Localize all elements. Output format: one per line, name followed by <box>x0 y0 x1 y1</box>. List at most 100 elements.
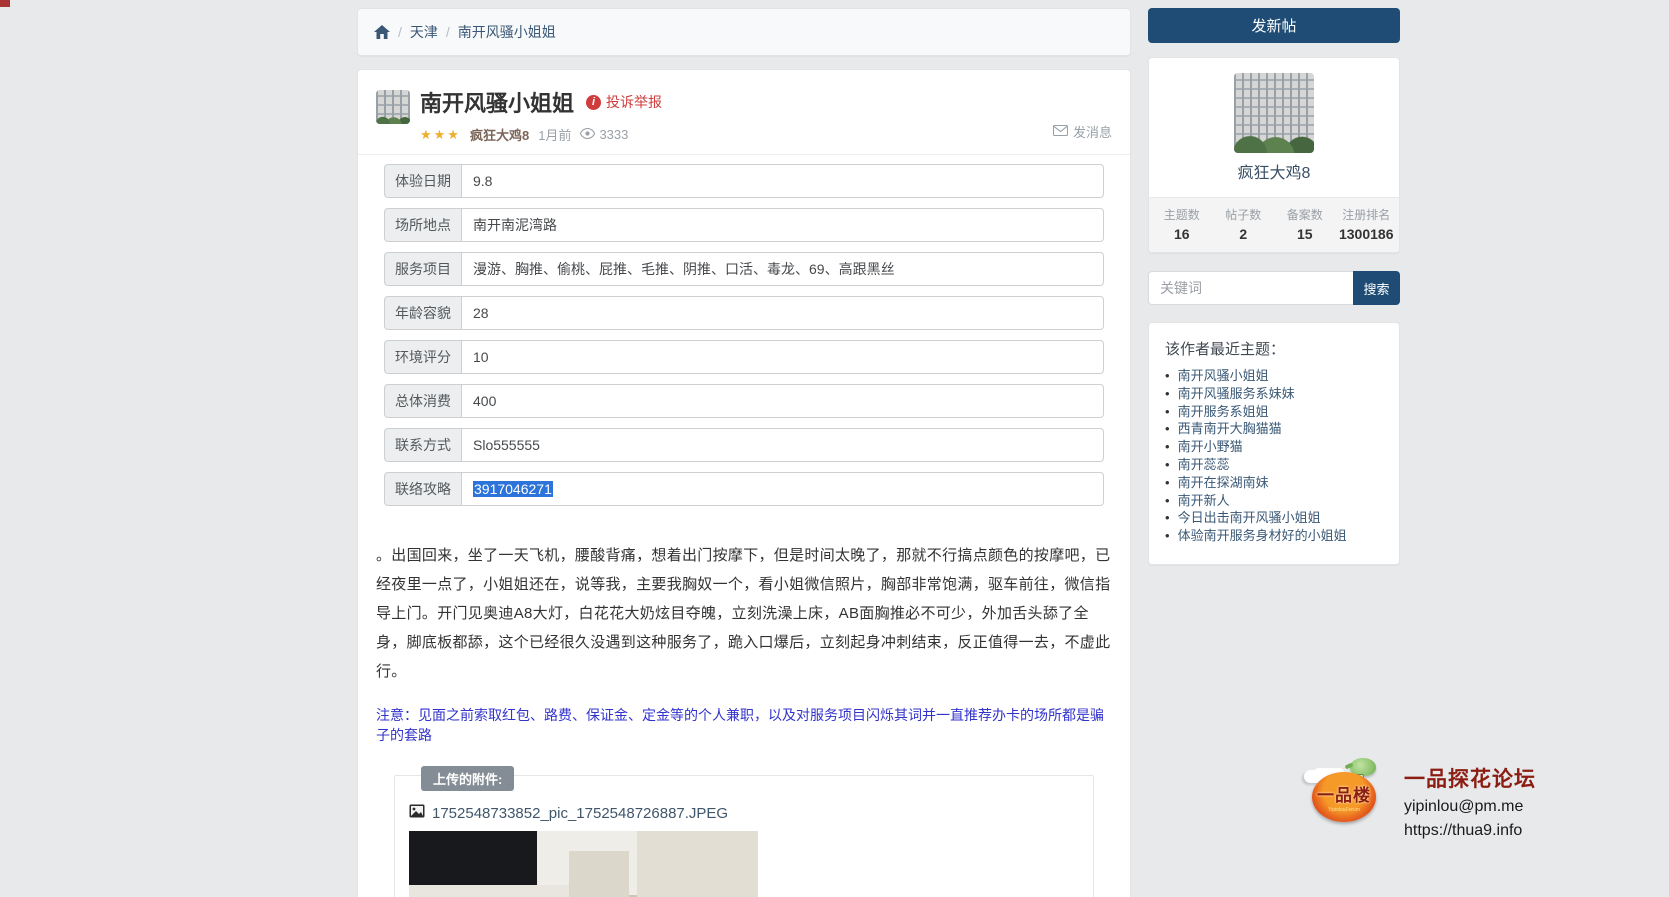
bullet-icon: • <box>1165 477 1170 490</box>
field-row: 联系方式 Slo555555 <box>384 428 1104 462</box>
recent-topic-item: • 南开新人 <box>1165 495 1383 508</box>
field-row: 体验日期 9.8 <box>384 164 1104 198</box>
sidebar: 发新帖 疯狂大鸡8 主题数 16 帖子数 2 备案数 15 <box>1148 0 1400 565</box>
post-card: 南开风骚小姐姐 i 投诉举报 ★★★ 疯狂大鸡8 1月前 3333 <box>357 69 1131 897</box>
field-label: 服务项目 <box>384 252 461 286</box>
recent-topics-list: • 南开风骚小姐姐 • 南开风骚服务系妹妹 • 南开服务系姐姐 • 西青南开大胸… <box>1165 370 1383 543</box>
post-avatar[interactable] <box>376 90 410 124</box>
breadcrumb-item-city[interactable]: 天津 <box>410 22 438 42</box>
author-avatar[interactable] <box>1234 73 1314 153</box>
field-row: 联络攻略 3917046271 <box>384 472 1104 506</box>
site-name: 一品探花论坛 <box>1404 763 1536 793</box>
attachment-photo[interactable] <box>409 831 758 897</box>
site-brand: 一品楼 YipinlouForum 一品探花论坛 yipinlou@pm.me … <box>1310 760 1536 840</box>
search-button[interactable]: 搜索 <box>1353 271 1400 305</box>
field-label: 总体消费 <box>384 384 461 418</box>
field-value[interactable]: Slo555555 <box>461 428 1104 462</box>
stat-label: 帖子数 <box>1213 206 1275 223</box>
post-notice-text: 注意：见面之前索取红包、路费、保证金、定金等的个人兼职，以及对服务项目闪烁其词并… <box>358 686 1130 745</box>
send-message-button[interactable]: 发消息 <box>1053 122 1112 141</box>
field-value[interactable]: 28 <box>461 296 1104 330</box>
logo-subtext: YipinlouForum <box>1328 807 1360 813</box>
bullet-icon: • <box>1165 441 1170 454</box>
recent-topic-item: • 南开服务系姐姐 <box>1165 406 1383 419</box>
post-header: 南开风骚小姐姐 i 投诉举报 ★★★ 疯狂大鸡8 1月前 3333 <box>358 70 1130 155</box>
field-list: 体验日期 9.8 场所地点 南开南泥湾路 服务项目 漫游、胸推、偷桃、屁推、毛推… <box>358 155 1130 506</box>
post-body-text: 。出国回来，坐了一天飞机，腰酸背痛，想着出门按摩下，但是时间太晚了，那就不行搞点… <box>358 516 1130 686</box>
recent-topic-link[interactable]: 今日出击南开风骚小姐姐 <box>1178 512 1321 525</box>
recent-topic-link[interactable]: 南开服务系姐姐 <box>1178 406 1269 419</box>
recent-topic-link[interactable]: 体验南开服务身材好的小姐姐 <box>1178 530 1347 543</box>
logo-text: 一品楼 <box>1317 781 1371 806</box>
field-label: 联络攻略 <box>384 472 461 506</box>
recent-topic-item: • 南开小野猫 <box>1165 441 1383 454</box>
search-input[interactable] <box>1148 271 1353 305</box>
bullet-icon: • <box>1165 388 1170 401</box>
author-username[interactable]: 疯狂大鸡8 <box>1149 159 1399 197</box>
recent-topics-title: 该作者最近主题： <box>1165 338 1383 359</box>
bullet-icon: • <box>1165 495 1170 508</box>
bullet-icon: • <box>1165 423 1170 436</box>
breadcrumb-item-current[interactable]: 南开风骚小姐姐 <box>458 22 556 42</box>
breadcrumb-separator: / <box>446 24 450 40</box>
bullet-icon: • <box>1165 406 1170 419</box>
field-value[interactable]: 漫游、胸推、偷桃、屁推、毛推、阴推、口活、毒龙、69、高跟黑丝 <box>461 252 1104 286</box>
site-url: https://thua9.info <box>1404 822 1536 840</box>
field-row: 年龄容貌 28 <box>384 296 1104 330</box>
site-email: yipinlou@pm.me <box>1404 798 1536 816</box>
star-rating-icon: ★★★ <box>420 127 461 143</box>
recent-topic-link[interactable]: 西青南开大胸猫猫 <box>1178 423 1282 436</box>
field-row: 总体消费 400 <box>384 384 1104 418</box>
field-row: 环境评分 10 <box>384 340 1104 374</box>
stat-value: 16 <box>1151 226 1213 242</box>
field-label: 场所地点 <box>384 208 461 242</box>
bullet-icon: • <box>1165 370 1170 383</box>
stat-item: 主题数 16 <box>1151 206 1213 242</box>
recent-topic-item: • 今日出击南开风骚小姐姐 <box>1165 512 1383 525</box>
new-post-button[interactable]: 发新帖 <box>1148 8 1400 43</box>
recent-topic-link[interactable]: 南开小野猫 <box>1178 441 1243 454</box>
stat-label: 注册排名 <box>1336 206 1398 223</box>
recent-topic-link[interactable]: 南开风骚小姐姐 <box>1178 370 1269 383</box>
recent-topic-item: • 南开在探湖南妹 <box>1165 477 1383 490</box>
stat-label: 备案数 <box>1274 206 1336 223</box>
field-value[interactable]: 400 <box>461 384 1104 418</box>
stat-value: 2 <box>1213 226 1275 242</box>
recent-topic-link[interactable]: 南开在探湖南妹 <box>1178 477 1269 490</box>
main-column: / 天津 / 南开风骚小姐姐 南开风骚小姐姐 i 投诉举报 ★★★ 疯狂大鸡8 … <box>357 0 1131 897</box>
field-row: 场所地点 南开南泥湾路 <box>384 208 1104 242</box>
recent-topic-item: • 南开蕊蕊 <box>1165 459 1383 472</box>
site-logo: 一品楼 YipinlouForum <box>1310 760 1378 824</box>
view-count: 3333 <box>599 127 628 142</box>
author-profile-card: 疯狂大鸡8 主题数 16 帖子数 2 备案数 15 注册排 <box>1148 57 1400 253</box>
recent-topic-link[interactable]: 南开蕊蕊 <box>1178 459 1230 472</box>
field-label: 环境评分 <box>384 340 461 374</box>
attachment-file-name: 1752548733852_pic_1752548726887.JPEG <box>432 805 728 822</box>
stat-value: 15 <box>1274 226 1336 242</box>
bullet-icon: • <box>1165 530 1170 543</box>
field-label: 联系方式 <box>384 428 461 462</box>
stat-item: 注册排名 1300186 <box>1336 206 1398 242</box>
breadcrumb-separator: / <box>398 24 402 40</box>
recent-topic-link[interactable]: 南开新人 <box>1178 495 1230 508</box>
post-author[interactable]: 疯狂大鸡8 <box>470 125 529 144</box>
home-icon[interactable] <box>374 25 390 40</box>
author-stats: 主题数 16 帖子数 2 备案数 15 注册排名 1300186 <box>1149 197 1399 252</box>
breadcrumb: / 天津 / 南开风骚小姐姐 <box>357 8 1131 56</box>
report-link[interactable]: i 投诉举报 <box>586 92 662 112</box>
recent-topic-item: • 南开风骚服务系妹妹 <box>1165 388 1383 401</box>
attachments-header-badge: 上传的附件: <box>421 766 514 791</box>
send-message-label: 发消息 <box>1073 122 1112 141</box>
field-value[interactable]: 南开南泥湾路 <box>461 208 1104 242</box>
field-value[interactable]: 10 <box>461 340 1104 374</box>
attachment-file-link[interactable]: 1752548733852_pic_1752548726887.JPEG <box>409 804 1079 822</box>
recent-topic-link[interactable]: 南开风骚服务系妹妹 <box>1178 388 1295 401</box>
post-time: 1月前 <box>538 125 571 144</box>
bullet-icon: • <box>1165 512 1170 525</box>
recent-topic-item: • 西青南开大胸猫猫 <box>1165 423 1383 436</box>
recent-topic-item: • 体验南开服务身材好的小姐姐 <box>1165 530 1383 543</box>
stat-item: 备案数 15 <box>1274 206 1336 242</box>
field-value[interactable]: 3917046271 <box>461 472 1104 506</box>
post-title: 南开风骚小姐姐 <box>420 86 574 118</box>
field-value[interactable]: 9.8 <box>461 164 1104 198</box>
